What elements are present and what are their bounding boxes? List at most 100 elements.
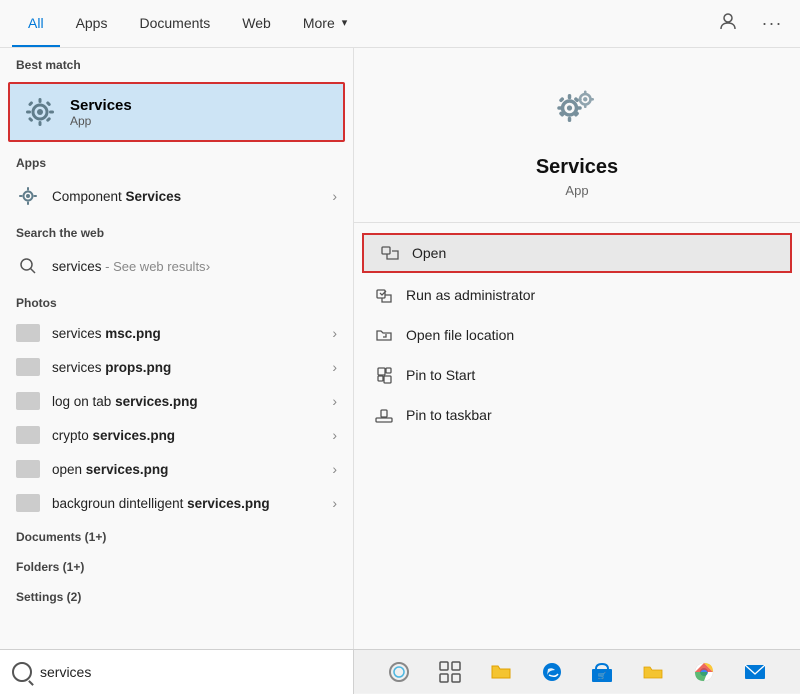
component-services-arrow: › <box>332 188 337 204</box>
tab-web-label: Web <box>242 15 271 31</box>
photo-arrow-1: › <box>332 359 337 375</box>
action-pin-start-label: Pin to Start <box>406 367 475 383</box>
photo-thumb-3 <box>16 426 40 444</box>
photo-arrow-5: › <box>332 495 337 511</box>
photo-text-0: services msc.png <box>52 326 332 341</box>
edge-browser-icon[interactable] <box>536 656 568 688</box>
action-run-admin-label: Run as administrator <box>406 287 535 303</box>
photo-arrow-3: › <box>332 427 337 443</box>
best-match-item[interactable]: Services App <box>8 82 345 142</box>
action-list: Open Run as administrator <box>354 223 800 443</box>
web-search-arrow: › <box>206 258 211 274</box>
photo-arrow-0: › <box>332 325 337 341</box>
taskbar-search-text: services <box>40 664 91 680</box>
best-match-label: Best match <box>0 48 353 78</box>
tab-more-label: More <box>303 15 335 31</box>
web-search-link: - See web results <box>102 259 206 274</box>
web-search-item[interactable]: services - See web results › <box>0 246 353 286</box>
photo-text-3: crypto services.png <box>52 428 332 443</box>
folder-icon[interactable] <box>637 656 669 688</box>
open-icon <box>380 243 400 263</box>
photo-text-4: open services.png <box>52 462 332 477</box>
web-section-label: Search the web <box>0 216 353 246</box>
photo-text-1: services props.png <box>52 360 332 375</box>
tab-more[interactable]: More ▾ <box>287 0 363 47</box>
main-container: Best match Services App <box>0 48 800 649</box>
photo-text-2: log on tab services.png <box>52 394 332 409</box>
action-run-admin[interactable]: Run as administrator <box>354 275 800 315</box>
user-icon <box>719 12 737 35</box>
photo-item-2[interactable]: log on tab services.png › <box>0 384 353 418</box>
run-admin-icon <box>374 285 394 305</box>
pin-start-icon <box>374 365 394 385</box>
photo-thumb-2 <box>16 392 40 410</box>
tab-apps-label: Apps <box>76 15 108 31</box>
photo-thumb-0 <box>16 324 40 342</box>
apps-section-label: Apps <box>0 146 353 176</box>
action-pin-taskbar-label: Pin to taskbar <box>406 407 492 423</box>
file-explorer-icon[interactable] <box>485 656 517 688</box>
chrome-icon[interactable] <box>688 656 720 688</box>
photo-thumb-4 <box>16 460 40 478</box>
tab-documents-label: Documents <box>139 15 210 31</box>
action-open-label: Open <box>412 245 446 261</box>
taskbar: services <box>0 649 800 693</box>
app-detail-type: App <box>565 183 588 198</box>
store-icon[interactable]: 🛒 <box>586 656 618 688</box>
folders-label: Folders (1+) <box>0 550 353 580</box>
best-match-subtitle: App <box>70 114 132 128</box>
photo-thumb-1 <box>16 358 40 376</box>
right-panel: Services App Open <box>354 48 800 649</box>
search-web-icon <box>16 254 40 278</box>
photo-arrow-2: › <box>332 393 337 409</box>
tab-apps[interactable]: Apps <box>60 0 124 47</box>
open-location-icon <box>374 325 394 345</box>
action-open[interactable]: Open <box>362 233 792 273</box>
tab-web[interactable]: Web <box>226 0 287 47</box>
best-match-title: Services <box>70 97 132 114</box>
pin-taskbar-icon <box>374 405 394 425</box>
photo-item-3[interactable]: crypto services.png › <box>0 418 353 452</box>
app-detail-icon <box>545 80 609 144</box>
left-panel: Best match Services App <box>0 48 354 649</box>
taskbar-search[interactable]: services <box>0 650 354 694</box>
taskbar-search-icon <box>12 662 32 682</box>
svg-text:🛒: 🛒 <box>598 671 607 680</box>
photo-item-0[interactable]: services msc.png › <box>0 316 353 350</box>
top-nav: All Apps Documents Web More ▾ ··· <box>0 0 800 48</box>
photo-text-5: backgroun dintelligent services.png <box>52 496 332 511</box>
app-detail-name: Services <box>536 156 618 179</box>
cortana-icon[interactable] <box>383 656 415 688</box>
photo-item-1[interactable]: services props.png › <box>0 350 353 384</box>
photos-section-label: Photos <box>0 286 353 316</box>
services-app-icon <box>22 94 58 130</box>
settings-label: Settings (2) <box>0 580 353 610</box>
action-open-location[interactable]: Open file location <box>354 315 800 355</box>
best-match-text: Services App <box>70 97 132 128</box>
component-services-item[interactable]: Component Services › <box>0 176 353 216</box>
action-open-location-label: Open file location <box>406 327 514 343</box>
task-view-icon[interactable] <box>434 656 466 688</box>
tab-documents[interactable]: Documents <box>123 0 226 47</box>
web-search-query: services <box>52 259 102 274</box>
action-pin-taskbar[interactable]: Pin to taskbar <box>354 395 800 435</box>
component-services-text: Component Services <box>52 189 332 204</box>
tab-all[interactable]: All <box>12 0 60 47</box>
photo-arrow-4: › <box>332 461 337 477</box>
user-icon-button[interactable] <box>712 8 744 40</box>
more-options-button[interactable]: ··· <box>756 8 788 40</box>
web-search-text: services - See web results <box>52 259 206 274</box>
mail-icon[interactable] <box>739 656 771 688</box>
photo-item-4[interactable]: open services.png › <box>0 452 353 486</box>
chevron-down-icon: ▾ <box>342 16 348 29</box>
action-pin-start[interactable]: Pin to Start <box>354 355 800 395</box>
app-detail: Services App <box>354 48 800 223</box>
photo-thumb-5 <box>16 494 40 512</box>
component-services-icon <box>16 184 40 208</box>
documents-label: Documents (1+) <box>0 520 353 550</box>
ellipsis-icon: ··· <box>762 13 783 34</box>
taskbar-app-icons: 🛒 <box>354 656 800 688</box>
nav-tabs: All Apps Documents Web More ▾ <box>12 0 363 47</box>
photo-item-5[interactable]: backgroun dintelligent services.png › <box>0 486 353 520</box>
nav-right-icons: ··· <box>712 8 788 40</box>
